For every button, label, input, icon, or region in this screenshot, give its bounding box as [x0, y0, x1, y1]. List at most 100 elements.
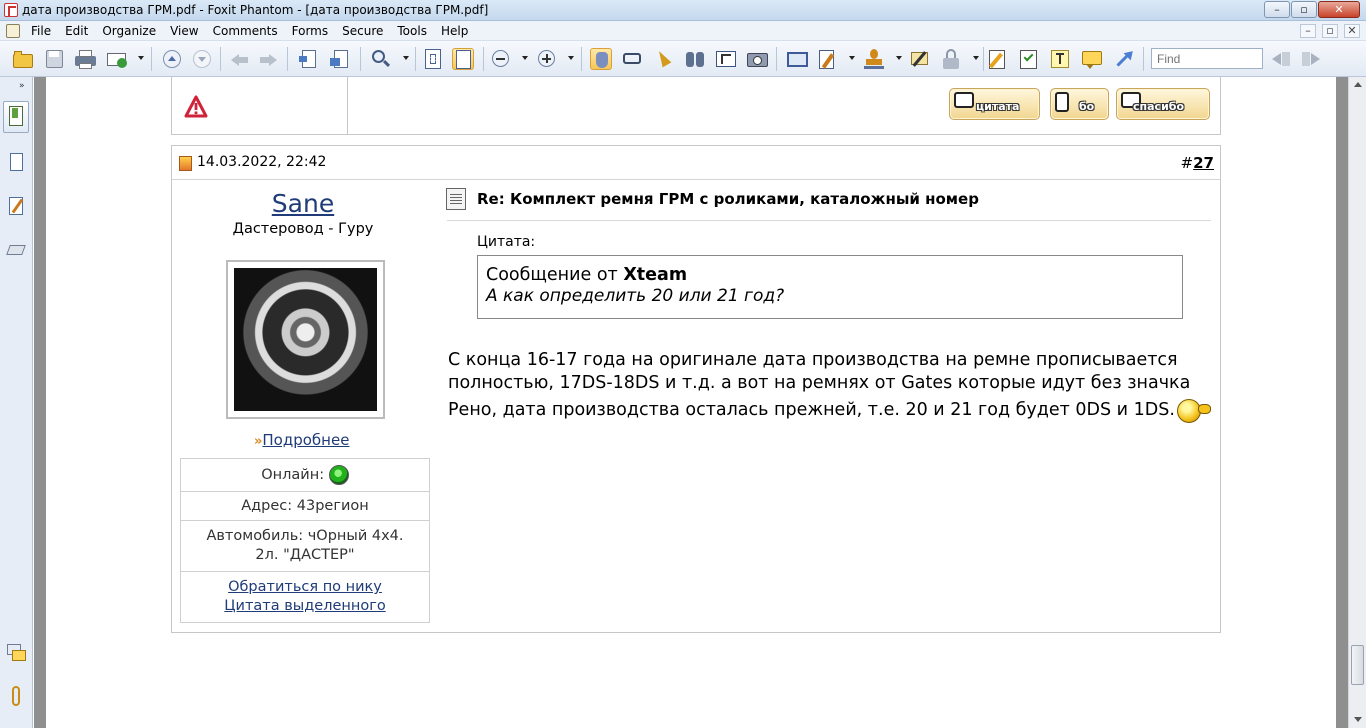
post-body-text: С конца 16-17 года на оригинале дата про… — [448, 350, 1191, 420]
menu-organize[interactable]: Organize — [102, 24, 163, 38]
menu-comments[interactable]: Comments — [213, 24, 285, 38]
sign-pen-icon[interactable] — [909, 48, 931, 70]
minimize-button[interactable]: – — [1264, 1, 1290, 18]
author-title: Дастеровод - Гуру — [232, 221, 374, 237]
scroll-thumb[interactable] — [1351, 645, 1364, 685]
find-next-icon[interactable] — [1300, 48, 1322, 70]
multi-quote-button[interactable]: бо — [1050, 88, 1109, 120]
scroll-down-icon[interactable] — [1354, 717, 1362, 722]
highlight-edit-icon[interactable] — [986, 48, 1008, 70]
expand-panel-icon[interactable]: » — [19, 81, 25, 91]
menu-view[interactable]: View — [170, 24, 205, 38]
fit-page-icon[interactable] — [422, 48, 444, 70]
online-label: Онлайн: — [261, 467, 325, 483]
quote-selected-link[interactable]: Цитата выделенного — [185, 597, 425, 616]
document-view: цитата бо спасибо 14.03.2022, 22:42 #27 … — [34, 77, 1348, 728]
pages-thumbnails-icon[interactable] — [6, 151, 26, 175]
post-title: Re: Комплект ремня ГРМ с роликами, катал… — [477, 190, 979, 208]
post-status-icon — [179, 156, 192, 171]
car-line-1: Автомобиль: чОрный 4х4. — [206, 528, 404, 544]
thanks-button[interactable]: спасибо — [1116, 88, 1210, 120]
last-page-icon[interactable] — [191, 48, 213, 70]
document-menu-icon[interactable] — [6, 24, 20, 38]
post-number-link[interactable]: 27 — [1193, 154, 1214, 172]
more-info-link[interactable]: »Подробнее — [254, 431, 349, 449]
hand-tool-icon[interactable] — [590, 48, 612, 70]
menu-forms[interactable]: Forms — [292, 24, 335, 38]
attachments-paperclip-icon[interactable] — [6, 685, 26, 709]
first-page-icon[interactable] — [161, 48, 183, 70]
form-edit-icon[interactable] — [817, 48, 839, 70]
window-title: дата производства ГРМ.pdf - Foxit Phanto… — [22, 3, 489, 17]
open-icon[interactable] — [12, 48, 34, 70]
note-comment-icon[interactable] — [1081, 48, 1103, 70]
vertical-scrollbar[interactable] — [1348, 77, 1366, 728]
more-info-label: Подробнее — [262, 431, 350, 449]
select-text-icon[interactable] — [621, 48, 643, 70]
zoom-out-icon[interactable] — [490, 48, 512, 70]
extract-pages-icon[interactable] — [298, 48, 320, 70]
email-dropdown-icon[interactable] — [138, 56, 144, 60]
menu-help[interactable]: Help — [441, 24, 475, 38]
forward-arrow-icon[interactable] — [258, 48, 280, 70]
layers-icon[interactable] — [6, 239, 26, 263]
report-warning-icon[interactable] — [184, 95, 208, 119]
fit-width-icon[interactable] — [452, 48, 474, 70]
navigation-panel: » — [0, 77, 33, 728]
quote-button[interactable]: цитата — [949, 88, 1040, 120]
mention-by-nick-link[interactable]: Обратиться по нику — [185, 578, 425, 597]
zoom-plus-icon[interactable] — [536, 48, 558, 70]
stamp-icon[interactable] — [863, 48, 885, 70]
rectangle-tool-icon[interactable] — [786, 48, 808, 70]
avatar[interactable] — [226, 260, 385, 419]
car-line-2: 2л. "ДАСТЕР" — [255, 547, 355, 563]
back-arrow-icon[interactable] — [228, 48, 250, 70]
select-arrow-icon[interactable] — [652, 48, 674, 70]
menu-file[interactable]: File — [31, 24, 58, 38]
checklist-icon[interactable] — [1018, 48, 1040, 70]
arrow-tool-icon[interactable] — [1112, 47, 1137, 70]
annotations-list-icon[interactable] — [6, 195, 26, 219]
toolbar-separator — [483, 47, 484, 71]
author-name-link[interactable]: Sane — [172, 189, 434, 218]
find-input[interactable] — [1151, 48, 1263, 69]
stamp-dropdown-icon[interactable] — [896, 56, 902, 60]
zoom-plus-dropdown-icon[interactable] — [568, 56, 574, 60]
save-icon[interactable] — [43, 48, 65, 70]
toolbar-separator — [287, 47, 288, 71]
maximize-button[interactable]: ▫ — [1291, 1, 1317, 18]
form-dropdown-icon[interactable] — [849, 56, 855, 60]
insert-pages-icon[interactable] — [329, 48, 351, 70]
comments-panel-icon[interactable] — [6, 642, 26, 666]
zoom-out-dropdown-icon[interactable] — [522, 56, 528, 60]
post-body: С конца 16-17 года на оригинале дата про… — [448, 349, 1218, 425]
toolbar-separator — [776, 47, 777, 71]
close-button[interactable]: ✕ — [1318, 1, 1360, 18]
find-binoculars-icon[interactable] — [684, 48, 706, 70]
toolbar-separator — [220, 47, 221, 71]
doc-restore-button[interactable]: ▫ — [1322, 24, 1338, 38]
toolbar-separator — [581, 47, 582, 71]
menu-edit[interactable]: Edit — [65, 24, 95, 38]
security-dropdown-icon[interactable] — [973, 56, 979, 60]
post-number: #27 — [1181, 154, 1214, 172]
menu-secure[interactable]: Secure — [342, 24, 390, 38]
quote-text: А как определить 20 или 21 год? — [486, 286, 785, 306]
print-icon[interactable] — [74, 48, 96, 70]
snapshot-camera-icon[interactable] — [746, 48, 768, 70]
scroll-up-icon[interactable] — [1354, 82, 1362, 87]
doc-close-button[interactable]: ✕ — [1344, 24, 1360, 38]
zoom-in-icon[interactable] — [370, 48, 392, 70]
menu-tools[interactable]: Tools — [397, 24, 434, 38]
email-icon[interactable] — [106, 48, 128, 70]
zoom-dropdown-icon[interactable] — [403, 56, 409, 60]
post-date: 14.03.2022, 22:42 — [197, 154, 327, 170]
security-lock-icon[interactable] — [940, 48, 962, 70]
bookmarks-icon[interactable] — [3, 101, 29, 133]
textbox-icon[interactable] — [1049, 48, 1071, 70]
waving-smiley-icon — [1175, 395, 1211, 425]
address-row: Адрес: 43регион — [181, 492, 429, 521]
doc-minimize-button[interactable]: – — [1300, 24, 1316, 38]
find-previous-icon[interactable] — [1270, 48, 1292, 70]
typewriter-icon[interactable] — [715, 48, 737, 70]
